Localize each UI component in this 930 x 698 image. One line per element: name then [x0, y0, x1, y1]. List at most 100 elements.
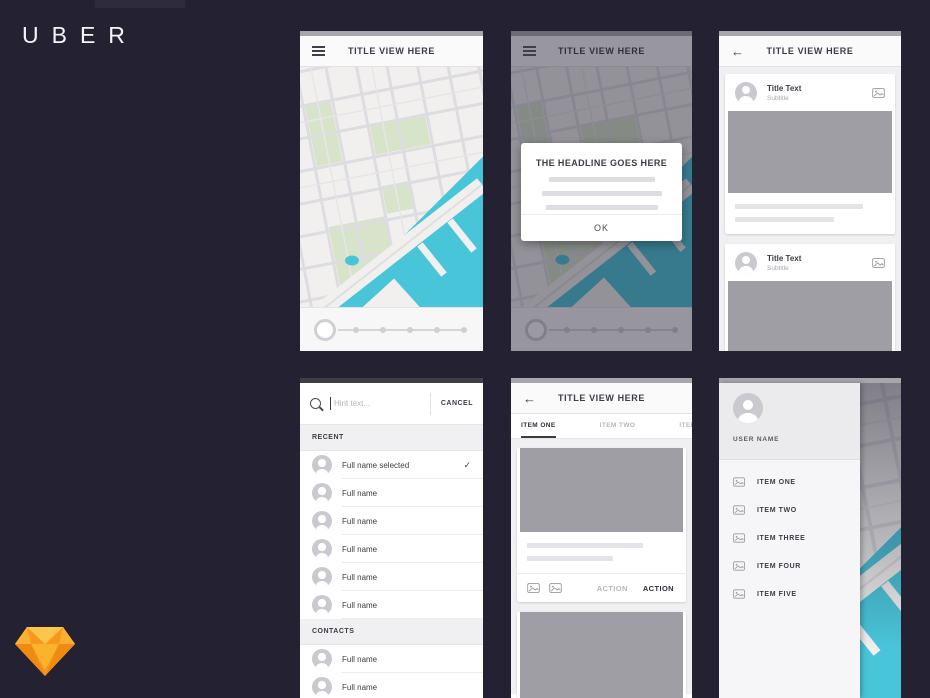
- image-icon: [733, 505, 745, 515]
- avatar: [312, 483, 332, 503]
- row-label: Full name: [342, 601, 377, 610]
- drawer-item-four[interactable]: ITEM FOUR: [719, 552, 860, 580]
- card-header: Title Text Subtitle: [725, 74, 895, 111]
- feed-card[interactable]: Title Text Subtitle: [725, 74, 895, 234]
- avatar: [312, 567, 332, 587]
- list-item[interactable]: Full name: [300, 645, 483, 673]
- content-card[interactable]: ACTION ACTION: [517, 448, 686, 602]
- search-input[interactable]: Hint text...: [334, 399, 430, 408]
- image-placeholder: [520, 448, 683, 532]
- avatar: [312, 677, 332, 697]
- tab-item-three[interactable]: ITEM THREE: [679, 414, 692, 438]
- content-card[interactable]: [517, 612, 686, 698]
- row-label: Full name: [342, 545, 377, 554]
- section-header-contacts: CONTACTS: [300, 619, 483, 645]
- image-icon[interactable]: [527, 583, 540, 593]
- screen-search-list: Hint text... CANCEL RECENT Full name sel…: [300, 378, 483, 698]
- app-bar: TITLE VIEW HERE: [300, 36, 483, 67]
- screen-card-feed: ← TITLE VIEW HERE Title Text Subtitle: [719, 31, 901, 351]
- image-icon: [872, 258, 885, 268]
- image-icon[interactable]: [549, 583, 562, 593]
- card-text-lines: [725, 193, 895, 234]
- avatar[interactable]: [733, 393, 763, 423]
- list-item[interactable]: Full name: [300, 507, 483, 535]
- hamburger-icon[interactable]: [312, 44, 325, 59]
- drawer-item-label: ITEM FOUR: [757, 563, 801, 570]
- drawer-item-label: ITEM TWO: [757, 507, 797, 514]
- list-item[interactable]: Full name: [300, 535, 483, 563]
- drawer-item-one[interactable]: ITEM ONE: [719, 468, 860, 496]
- feed-card[interactable]: Title Text Subtitle: [725, 244, 895, 351]
- cancel-button[interactable]: CANCEL: [441, 400, 473, 407]
- screen-nav-drawer: USER NAME ITEM ONE ITEM TWO ITEM THREE: [719, 378, 901, 698]
- hamburger-icon[interactable]: [523, 44, 536, 59]
- avatar: [312, 511, 332, 531]
- tab-item-one[interactable]: ITEM ONE: [521, 414, 556, 438]
- tab-item-two[interactable]: ITEM TWO: [600, 414, 636, 438]
- image-icon: [872, 88, 885, 98]
- top-edge-highlight: [95, 0, 185, 8]
- drawer-item-two[interactable]: ITEM TWO: [719, 496, 860, 524]
- list-item[interactable]: Full name: [300, 591, 483, 619]
- row-label: Full name: [342, 517, 377, 526]
- slider-dot[interactable]: [353, 327, 359, 333]
- card-titles: Title Text Subtitle: [767, 84, 862, 102]
- list-item[interactable]: Full name: [300, 479, 483, 507]
- avatar: [312, 649, 332, 669]
- placeholder-line: [735, 217, 834, 222]
- list-item-selected[interactable]: Full name selected ✓: [300, 451, 483, 479]
- card-header: Title Text Subtitle: [725, 244, 895, 281]
- drawer-item-label: ITEM THREE: [757, 535, 805, 542]
- divider: [430, 393, 431, 415]
- slider-dot[interactable]: [461, 327, 467, 333]
- list-item[interactable]: Full name: [300, 563, 483, 591]
- slider-handle[interactable]: [314, 319, 336, 341]
- image-icon: [733, 477, 745, 487]
- user-name: USER NAME: [733, 436, 860, 443]
- card-title: Title Text: [767, 254, 862, 263]
- avatar: [312, 539, 332, 559]
- slider-dot[interactable]: [407, 327, 413, 333]
- placeholder-line: [549, 177, 655, 182]
- screen-map-home: TITLE VIEW HERE: [300, 31, 483, 351]
- back-icon[interactable]: ←: [523, 392, 536, 405]
- ok-button[interactable]: OK: [521, 214, 682, 241]
- row-label: Full name: [342, 655, 377, 664]
- placeholder-line: [546, 205, 658, 210]
- placeholder-line: [527, 543, 643, 548]
- card-title: Title Text: [767, 84, 862, 93]
- image-placeholder: [728, 111, 892, 193]
- row-label: Full name: [342, 573, 377, 582]
- drawer-scrim[interactable]: [859, 383, 901, 698]
- tab-bar: ITEM ONE ITEM TWO ITEM THREE: [511, 414, 692, 439]
- app-bar: ← TITLE VIEW HERE: [511, 383, 692, 414]
- card-subtitle: Subtitle: [767, 95, 862, 102]
- slider-dot[interactable]: [380, 327, 386, 333]
- back-icon[interactable]: ←: [731, 45, 744, 58]
- artboard: UBER TITLE VIEW HERE TITLE VIEW HERE: [0, 0, 930, 698]
- drawer-profile: USER NAME: [719, 383, 860, 460]
- check-icon: ✓: [463, 460, 471, 471]
- tab-content: ACTION ACTION: [511, 439, 692, 694]
- row-label: Full name selected: [342, 461, 409, 470]
- placeholder-line: [527, 556, 613, 561]
- uber-logo: UBER: [22, 22, 138, 49]
- card-subtitle: Subtitle: [767, 265, 862, 272]
- list-item[interactable]: Full name: [300, 673, 483, 698]
- dialog-headline: THE HEADLINE GOES HERE: [521, 143, 682, 168]
- placeholder-line: [542, 191, 662, 196]
- page-title: TITLE VIEW HERE: [719, 46, 901, 56]
- screen-map-dialog: TITLE VIEW HERE THE HEADLINE GOES HERE O…: [511, 31, 692, 351]
- text-caret: [330, 397, 331, 410]
- card-text-lines: [517, 532, 686, 573]
- timeline-slider: [300, 307, 483, 351]
- drawer-item-five[interactable]: ITEM FIVE: [719, 580, 860, 608]
- action-button-secondary[interactable]: ACTION: [597, 584, 628, 593]
- action-button-primary[interactable]: ACTION: [643, 584, 674, 593]
- drawer-item-label: ITEM FIVE: [757, 591, 797, 598]
- section-header-recent: RECENT: [300, 425, 483, 451]
- slider-dot[interactable]: [434, 327, 440, 333]
- drawer-item-three[interactable]: ITEM THREE: [719, 524, 860, 552]
- avatar: [312, 595, 332, 615]
- avatar: [735, 252, 757, 274]
